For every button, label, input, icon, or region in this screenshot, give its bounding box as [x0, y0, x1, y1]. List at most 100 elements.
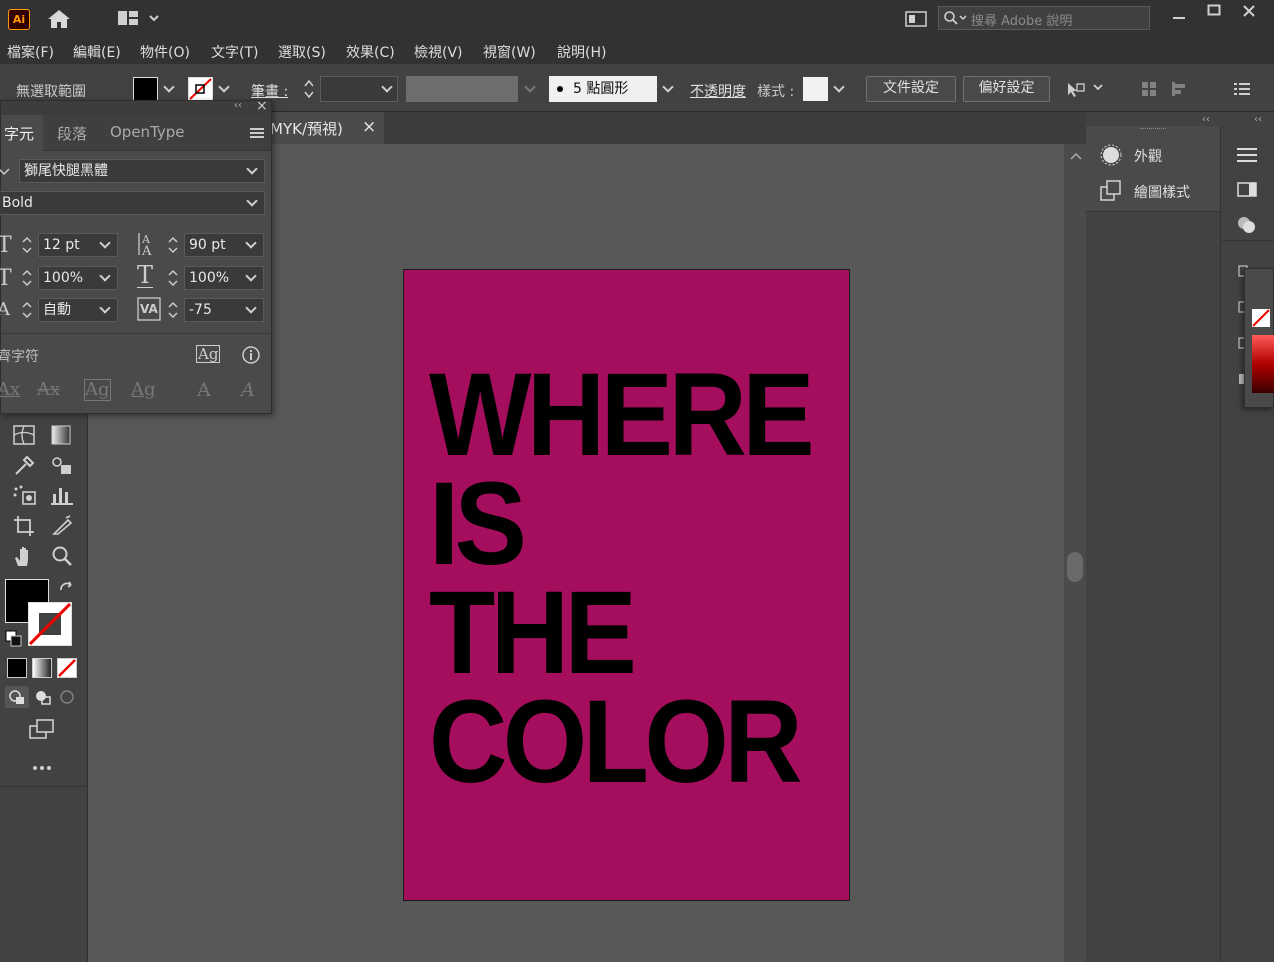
artboard-tool-icon[interactable]: [12, 514, 36, 536]
document-setup-button[interactable]: 文件設定: [866, 76, 956, 102]
close-tab-icon[interactable]: ×: [362, 117, 376, 137]
scroll-thumb[interactable]: [1067, 552, 1083, 582]
select-similar-icon[interactable]: [1066, 80, 1106, 98]
glyph-options-icon[interactable]: Ag: [196, 345, 221, 363]
draw-behind-icon[interactable]: [31, 686, 55, 708]
help-search-input[interactable]: 搜尋 Adobe 說明: [938, 6, 1150, 30]
artwork-line-3[interactable]: THE: [429, 574, 637, 692]
column-graph-tool-icon[interactable]: [50, 484, 74, 506]
menu-effect[interactable]: 效果(C): [346, 42, 395, 62]
menu-help[interactable]: 說明(H): [557, 42, 606, 62]
tab-paragraph[interactable]: 段落: [57, 123, 87, 144]
font-size-stepper-icon[interactable]: [21, 235, 33, 255]
horizontal-scale-field[interactable]: 100%: [184, 266, 264, 290]
tracking-stepper-icon[interactable]: [167, 300, 179, 320]
home-icon[interactable]: [46, 8, 72, 30]
stroke-color-box[interactable]: [28, 602, 72, 646]
font-family-field[interactable]: 獅尾快腿黑體: [19, 159, 265, 183]
artboard[interactable]: WHERE IS THE COLOR: [403, 269, 850, 901]
menu-type[interactable]: 文字(T): [211, 42, 258, 62]
fill-dropdown-icon[interactable]: [163, 81, 175, 93]
brush-dropdown-icon[interactable]: [662, 81, 674, 93]
panel-menu-icon[interactable]: [1234, 82, 1252, 96]
artwork-line-4[interactable]: COLOR: [429, 683, 803, 801]
gradient-tool-icon[interactable]: [50, 424, 72, 446]
appearance-icon[interactable]: [1100, 144, 1122, 166]
workspace-switcher-icon[interactable]: [118, 10, 162, 28]
arrange-documents-icon[interactable]: [905, 10, 927, 28]
snap-baseline-icon: Ax: [0, 379, 21, 400]
stroke-dropdown-icon[interactable]: [218, 81, 230, 93]
color-spectrum[interactable]: [1252, 335, 1274, 393]
font-family-search-icon[interactable]: [0, 163, 19, 179]
panel-options-icon[interactable]: [250, 127, 264, 139]
leading-field[interactable]: 90 pt: [184, 233, 264, 257]
properties-icon[interactable]: [1236, 146, 1258, 164]
menu-window[interactable]: 視窗(W): [483, 42, 536, 62]
artwork-line-2[interactable]: IS: [429, 465, 527, 583]
vertical-scale-stepper-icon[interactable]: [21, 268, 33, 288]
style-dropdown-icon[interactable]: [833, 81, 845, 93]
artwork-line-1[interactable]: WHERE: [429, 356, 815, 474]
font-size-field[interactable]: 12 pt: [38, 233, 118, 257]
tab-opentype[interactable]: OpenType: [110, 123, 185, 141]
stroke-swatch[interactable]: [188, 77, 213, 101]
opacity-label[interactable]: 不透明度: [690, 81, 746, 101]
color-none-swatch[interactable]: [1252, 309, 1270, 327]
zoom-tool-icon[interactable]: [50, 544, 74, 568]
symbol-sprayer-tool-icon[interactable]: [12, 484, 38, 506]
minimize-icon[interactable]: [1172, 11, 1186, 25]
collapse-panel-icon[interactable]: ‹‹: [234, 100, 242, 111]
maximize-icon[interactable]: [1207, 4, 1221, 18]
font-style-field[interactable]: Bold: [0, 191, 265, 215]
snap-italic-icon: A: [241, 379, 255, 401]
kerning-stepper-icon[interactable]: [21, 300, 33, 320]
swap-fill-stroke-icon[interactable]: [58, 580, 76, 598]
vertical-scale-field[interactable]: 100%: [38, 266, 118, 290]
brush-definition[interactable]: 5 點圓形: [549, 76, 657, 102]
color-guide-icon[interactable]: [1236, 214, 1258, 236]
default-colors-icon[interactable]: [5, 630, 23, 648]
fill-swatch[interactable]: [133, 77, 158, 101]
eyedropper-tool-icon[interactable]: [12, 454, 36, 476]
search-icon: [943, 10, 971, 26]
gradient-mode-button[interactable]: [32, 658, 52, 678]
variable-width-profile[interactable]: [406, 76, 518, 102]
close-panel-icon[interactable]: ×: [256, 98, 268, 114]
more-tools-icon[interactable]: [32, 764, 54, 772]
mesh-tool-icon[interactable]: [12, 424, 36, 446]
screen-mode-icon[interactable]: [28, 718, 56, 740]
menu-select[interactable]: 選取(S): [278, 42, 326, 62]
close-window-icon[interactable]: [1242, 4, 1256, 18]
leading-stepper-icon[interactable]: [167, 235, 179, 255]
menu-edit[interactable]: 編輯(E): [73, 42, 121, 62]
vertical-scrollbar[interactable]: [1064, 144, 1086, 962]
draw-normal-icon[interactable]: [5, 686, 29, 708]
style-label: 樣式 :: [757, 84, 795, 100]
color-mode-button[interactable]: [7, 658, 27, 678]
kerning-icon: A: [0, 299, 10, 320]
slice-tool-icon[interactable]: [50, 514, 74, 536]
scroll-up-icon[interactable]: [1070, 152, 1082, 160]
appearance-label[interactable]: 外觀: [1134, 146, 1162, 166]
style-swatch[interactable]: [803, 77, 828, 101]
menu-view[interactable]: 檢視(V): [414, 42, 463, 62]
hand-tool-icon[interactable]: [12, 544, 36, 568]
horizontal-scale-stepper-icon[interactable]: [167, 268, 179, 288]
stroke-weight-field[interactable]: [320, 76, 398, 102]
none-mode-button[interactable]: [57, 658, 77, 678]
collapse-dock2-icon[interactable]: ‹‹: [1254, 114, 1262, 125]
menu-object[interactable]: 物件(O): [140, 42, 190, 62]
info-icon[interactable]: [241, 345, 261, 365]
kerning-field[interactable]: 自動: [38, 298, 118, 322]
collapse-dock-icon[interactable]: ‹‹: [1202, 114, 1210, 125]
tracking-field[interactable]: -75: [184, 298, 264, 322]
tab-character[interactable]: 字元: [4, 123, 34, 144]
graphic-styles-icon[interactable]: [1100, 180, 1122, 202]
graphic-styles-label[interactable]: 繪圖樣式: [1134, 182, 1190, 202]
preferences-button[interactable]: 偏好設定: [963, 76, 1050, 102]
menu-file[interactable]: 檔案(F): [7, 42, 54, 62]
blend-tool-icon[interactable]: [50, 454, 74, 476]
stroke-stepper-icon[interactable]: [302, 78, 316, 100]
layers-panel-icon[interactable]: [1236, 180, 1258, 198]
